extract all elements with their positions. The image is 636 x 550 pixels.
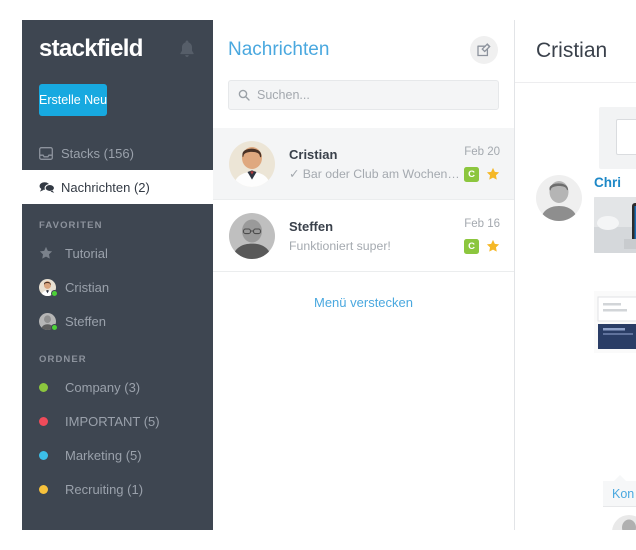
sidebar-item-label: Marketing (5): [65, 447, 142, 463]
inbox-icon: [39, 146, 61, 160]
detail-panel-header: Cristian: [515, 20, 636, 83]
online-status-dot: [51, 289, 58, 297]
message-indicators: C: [464, 238, 500, 254]
messages-panel: Nachrichten Suchen... Cristian ✓ Bar ode…: [213, 20, 515, 530]
message-indicators: C: [464, 166, 500, 182]
stackfield-app: stackfield Erstelle Neu Stacks (156) Nac…: [0, 0, 636, 550]
star-icon[interactable]: [486, 167, 500, 181]
search-input[interactable]: [257, 88, 489, 102]
page-title: Nachrichten: [228, 39, 330, 60]
avatar: [39, 312, 65, 331]
message-date: Feb 16: [464, 217, 500, 230]
sidebar-header: stackfield: [22, 20, 213, 78]
detail-panel: Cristian Chri Kon: [515, 20, 636, 530]
detail-title: Cristian: [536, 39, 608, 62]
popover-arrow-icon: [613, 475, 627, 482]
search-icon: [238, 89, 257, 101]
message-preview: Funktioniert super!: [289, 238, 391, 253]
attachment-thumbnail[interactable]: [594, 291, 636, 353]
detail-card-inner: [616, 119, 636, 155]
favorites-section-title: FAVORITEN: [39, 220, 103, 231]
sidebar-folder-marketing[interactable]: Marketing (5): [22, 438, 213, 472]
contacts-popover-title: Kon: [603, 481, 636, 507]
sidebar-item-label: Company (3): [65, 379, 141, 395]
sidebar-item-label: IMPORTANT (5): [65, 413, 160, 429]
sidebar-folder-recruiting[interactable]: Recruiting (1): [22, 472, 213, 506]
sidebar-item-label: Nachrichten (2): [61, 179, 150, 195]
chat-message: Chri: [536, 175, 636, 353]
folders-section-title: ORDNER: [39, 354, 87, 365]
create-new-button[interactable]: Erstelle Neu: [39, 84, 108, 116]
sidebar-item-label: Cristian: [65, 279, 110, 295]
speech-bubbles-icon: [39, 181, 61, 193]
message-row-cristian[interactable]: Cristian ✓ Bar oder Club am Wochenende? …: [213, 128, 514, 200]
message-date: Feb 20: [464, 145, 500, 158]
contact-list-item[interactable]: [603, 507, 636, 530]
sidebar-favorite-cristian[interactable]: Cristian: [22, 270, 213, 304]
message-content: Steffen Funktioniert super!: [289, 219, 464, 253]
attachment-thumbnail[interactable]: [594, 197, 636, 253]
search-container: [213, 80, 514, 110]
chat-message-content: Chri: [594, 175, 636, 353]
messages-panel-header: Nachrichten: [213, 20, 514, 80]
folder-color-dot-icon: [39, 416, 65, 426]
search-box[interactable]: [228, 80, 499, 110]
message-sender: Cristian: [289, 146, 338, 162]
avatar: [229, 140, 275, 187]
message-row-steffen[interactable]: Steffen Funktioniert super! Feb 16 C: [213, 200, 514, 272]
bell-icon[interactable]: [179, 40, 195, 58]
status-badge: C: [464, 238, 479, 254]
detail-panel-body: Chri Kon: [515, 83, 636, 530]
detail-card: [599, 107, 636, 169]
folder-color-dot-icon: [39, 450, 65, 460]
sidebar-item-stacks[interactable]: Stacks (156): [22, 136, 213, 170]
sidebar-folder-company[interactable]: Company (3): [22, 370, 213, 404]
chat-author: Chri: [594, 175, 621, 190]
compose-button[interactable]: [470, 36, 498, 64]
message-list: Cristian ✓ Bar oder Club am Wochenende? …: [213, 128, 514, 272]
sidebar: stackfield Erstelle Neu Stacks (156) Nac…: [22, 20, 213, 530]
sidebar-folder-important[interactable]: IMPORTANT (5): [22, 404, 213, 438]
folder-color-dot-icon: [39, 382, 65, 392]
avatar: [536, 175, 582, 221]
avatar: [612, 514, 636, 530]
message-meta: Feb 20 C: [464, 146, 500, 182]
contacts-popover: Kon: [603, 475, 636, 530]
brand-logo: stackfield: [39, 35, 143, 62]
sidebar-item-label: Tutorial: [65, 245, 108, 261]
sidebar-item-label: Recruiting (1): [65, 481, 144, 497]
compose-icon: [477, 43, 491, 57]
sidebar-favorite-steffen[interactable]: Steffen: [22, 304, 213, 338]
folder-color-dot-icon: [39, 484, 65, 494]
hide-menu-link[interactable]: Menü verstecken: [314, 295, 413, 310]
sidebar-nav: Stacks (156) Nachrichten (2): [22, 136, 213, 204]
hide-menu-container: Menü verstecken: [213, 272, 514, 334]
message-preview: ✓ Bar oder Club am Wochenende?: [289, 166, 464, 181]
sidebar-item-label: Stacks (156): [61, 145, 134, 161]
star-icon[interactable]: [486, 239, 500, 253]
sidebar-item-nachrichten[interactable]: Nachrichten (2): [22, 170, 213, 204]
status-badge: C: [464, 166, 479, 182]
message-sender: Steffen: [289, 218, 334, 234]
message-meta: Feb 16 C: [464, 218, 500, 254]
message-content: Cristian ✓ Bar oder Club am Wochenende?: [289, 147, 464, 181]
sidebar-favorite-tutorial[interactable]: Tutorial: [22, 236, 213, 270]
star-icon: [39, 246, 65, 260]
avatar: [39, 278, 65, 297]
avatar: [229, 212, 275, 259]
sidebar-item-label: Steffen: [65, 313, 106, 329]
online-status-dot: [51, 323, 58, 331]
